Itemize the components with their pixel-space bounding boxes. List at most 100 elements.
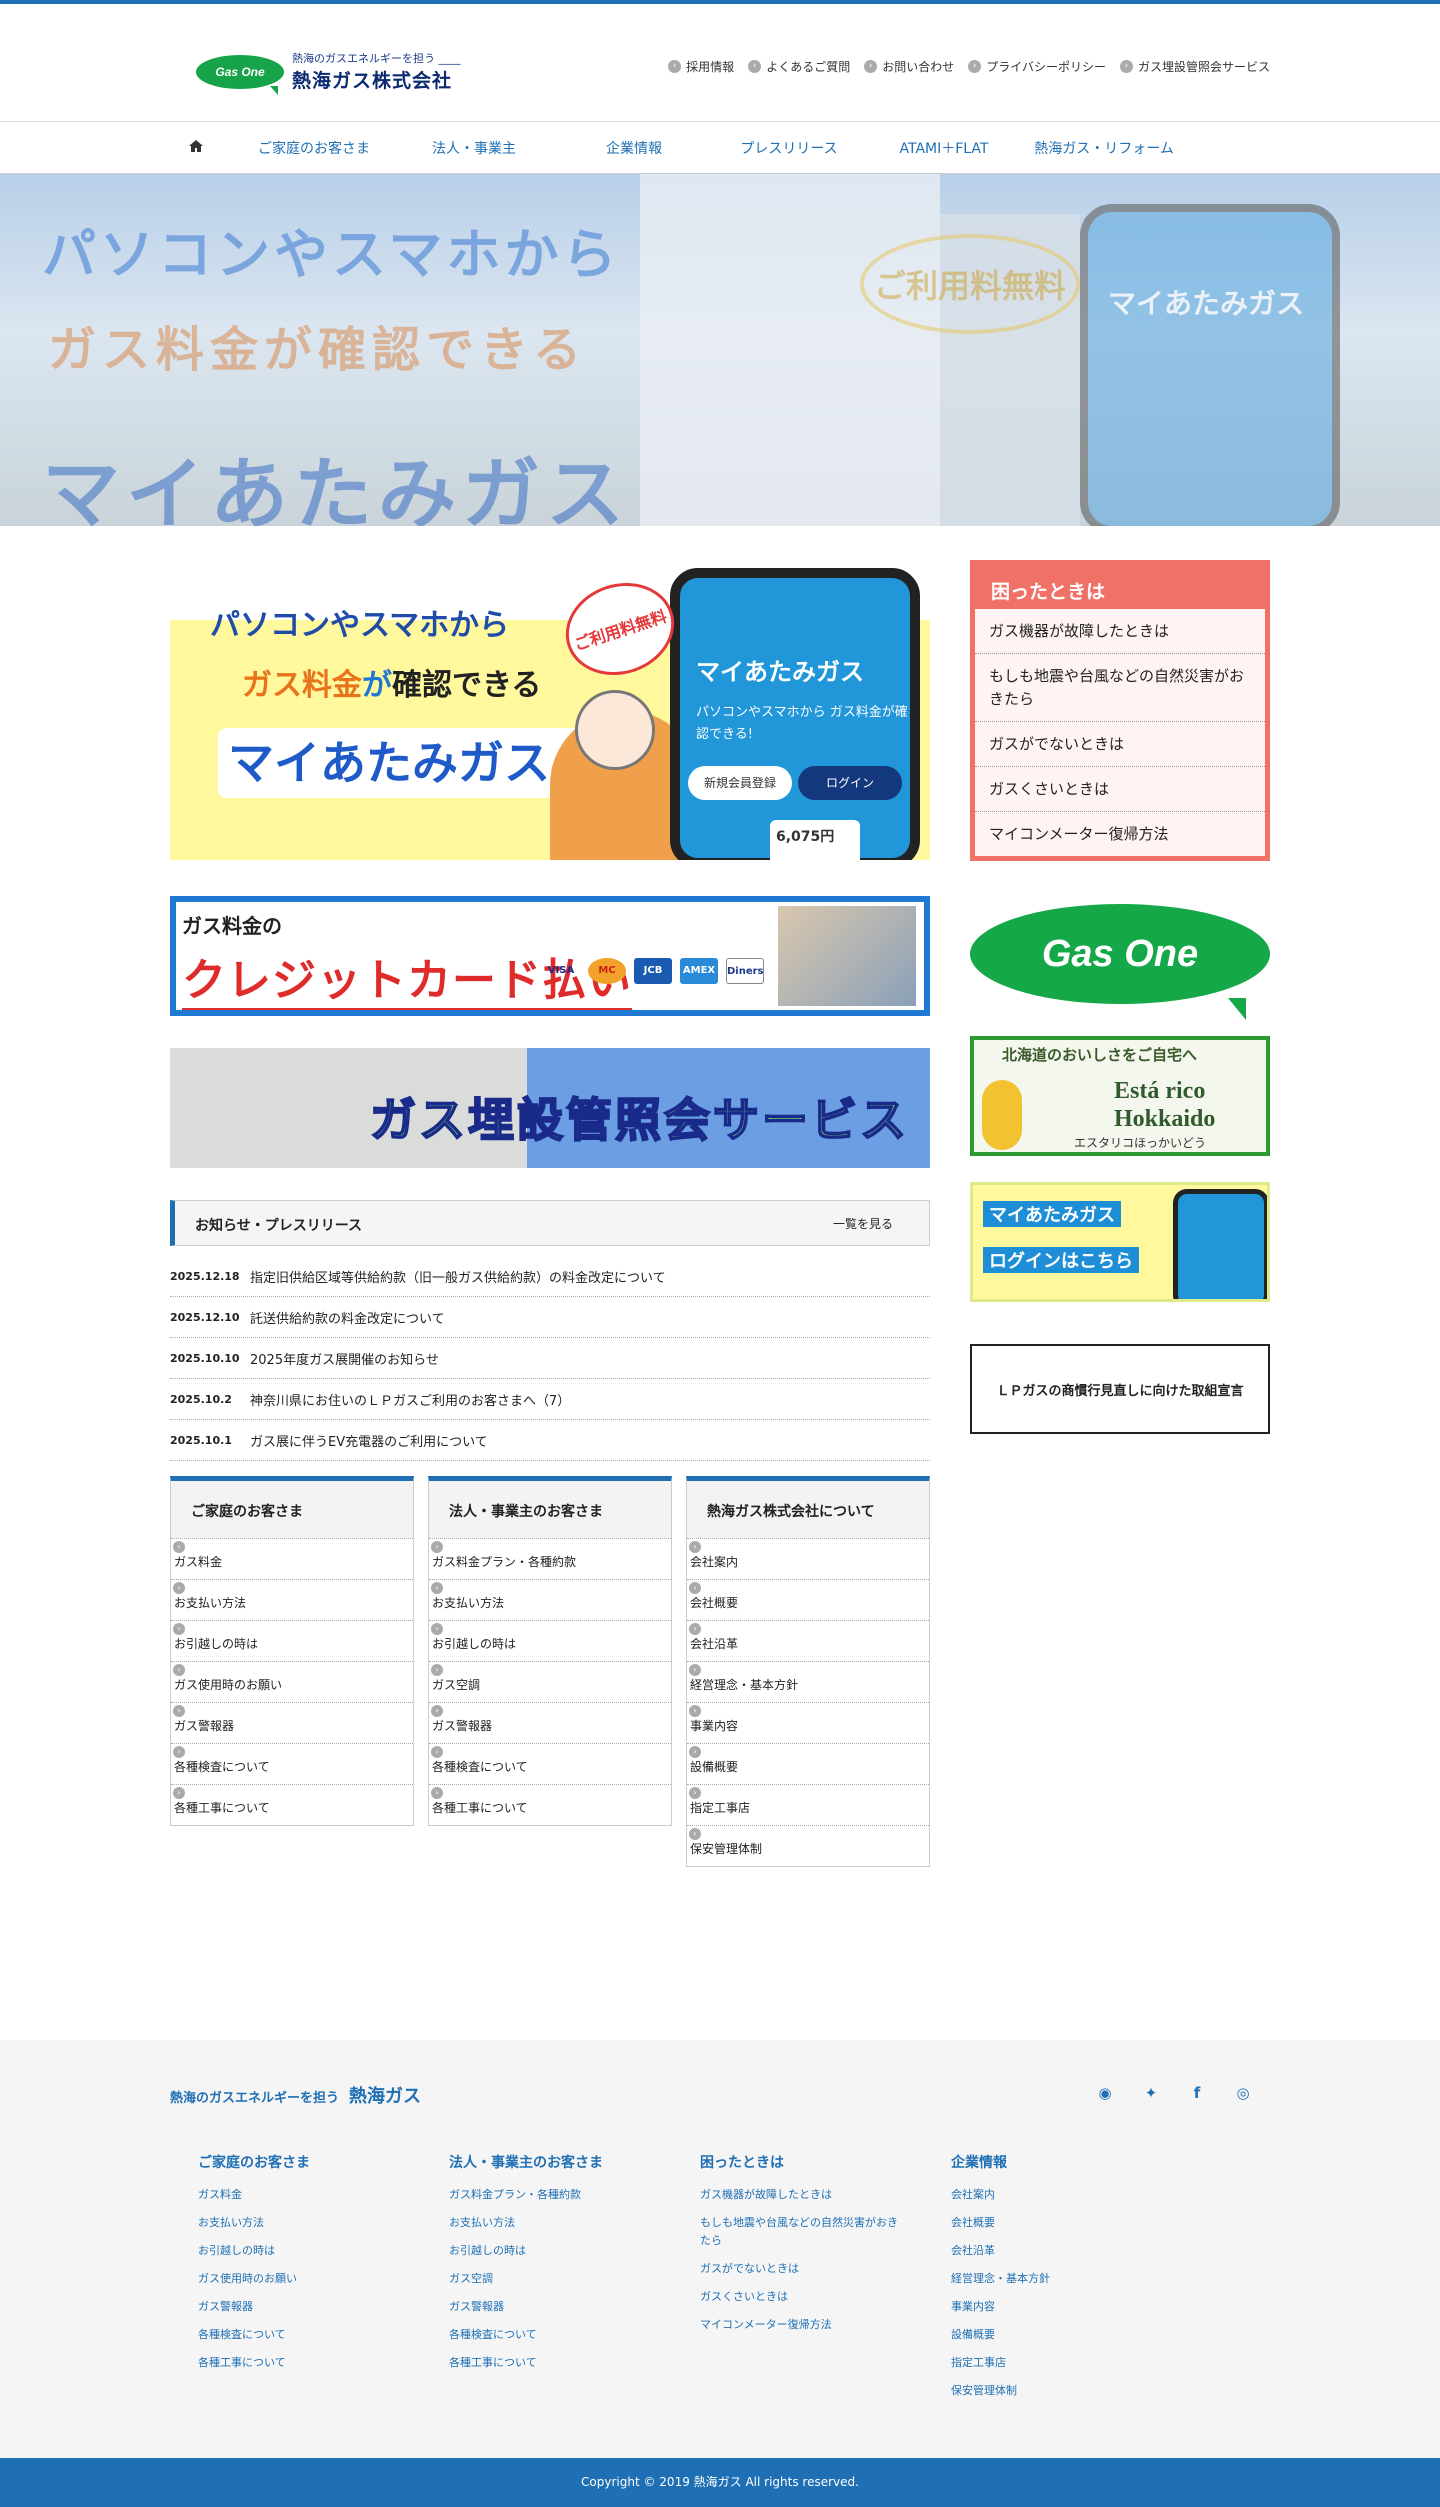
nav-household[interactable]: ご家庭のお客さま (239, 138, 389, 158)
diners-icon: Diners (726, 958, 764, 984)
util-link-pipe-service[interactable]: › ガス埋設管照会サービス (1119, 58, 1270, 75)
nav-home[interactable] (188, 138, 239, 158)
chevron-right-icon: › (1119, 60, 1133, 73)
news-item[interactable]: 2025.10.2 神奈川県にお住いのＬＰガスご利用のお客さまへ（7） (170, 1379, 930, 1420)
category-link[interactable]: › お引越しの時は (171, 1620, 413, 1661)
category-link[interactable]: › 各種工事について (171, 1784, 413, 1825)
nav-press[interactable]: プレスリリース (709, 138, 869, 158)
footer-link[interactable]: マイコンメーター復帰方法 (700, 2316, 900, 2334)
footer-link[interactable]: 各種工事について (449, 2354, 649, 2372)
footer-link[interactable]: お支払い方法 (449, 2214, 649, 2232)
pipe-service-banner[interactable]: ガス埋設管照会サービス (170, 1048, 930, 1168)
trouble-link[interactable]: もしも地震や台風などの自然災害がおきたら (975, 654, 1265, 722)
footer-link[interactable]: 会社概要 (951, 2214, 1151, 2232)
category-link[interactable]: › ガス警報器 (171, 1702, 413, 1743)
footer-link[interactable]: ガス使用時のお願い (198, 2270, 398, 2288)
util-link-recruit[interactable]: › 採用情報 (668, 58, 734, 75)
news-more-link[interactable]: 一覧を見る (833, 1215, 893, 1232)
footer-link[interactable]: 会社案内 (951, 2186, 1151, 2204)
trouble-link[interactable]: ガスがでないときは (975, 722, 1265, 767)
category-link[interactable]: › ガス料金プラン・各種約款 (429, 1538, 671, 1579)
util-link-privacy[interactable]: › プライバシーポリシー (968, 58, 1106, 75)
trouble-link[interactable]: ガスくさいときは (975, 767, 1265, 812)
util-link-faq[interactable]: › よくあるご質問 (748, 58, 850, 75)
category-link[interactable]: › 設備概要 (687, 1743, 929, 1784)
visa-icon: VISA (547, 965, 575, 976)
my-atami-gas-login-banner[interactable]: マイあたみガス ログインはこちら (970, 1182, 1270, 1302)
trouble-link[interactable]: ガス機器が故障したときは (975, 609, 1265, 654)
category-link[interactable]: › お支払い方法 (171, 1579, 413, 1620)
nav-business[interactable]: 法人・事業主 (389, 138, 559, 158)
credit-card-banner[interactable]: ガス料金の クレジットカード払い VISA MC JCB AMEX Diners (170, 896, 930, 1016)
footer-link[interactable]: 会社沿革 (951, 2242, 1151, 2260)
facebook-icon[interactable]: f (1188, 2084, 1206, 2102)
footer-link[interactable]: ガスくさいときは (700, 2288, 900, 2306)
hero-line2: ガス料金が確認できる (48, 322, 588, 378)
category-link[interactable]: › 各種工事について (429, 1784, 671, 1825)
category-link[interactable]: › 会社概要 (687, 1579, 929, 1620)
news-item[interactable]: 2025.12.10 託送供給約款の料金改定について (170, 1297, 930, 1338)
category-link[interactable]: › 保安管理体制 (687, 1825, 929, 1866)
category-link[interactable]: › 各種検査について (429, 1743, 671, 1784)
chevron-right-icon: › (431, 1787, 443, 1799)
footer-link[interactable]: 各種工事について (198, 2354, 398, 2372)
util-link-contact[interactable]: › お問い合わせ (864, 58, 954, 75)
news-item[interactable]: 2025.12.18 指定旧供給区域等供給約款（旧一般ガス供給約款）の料金改定につ… (170, 1256, 930, 1297)
category-link[interactable]: › 会社沿革 (687, 1620, 929, 1661)
footer-link[interactable]: 経営理念・基本方針 (951, 2270, 1151, 2288)
category-link[interactable]: › ガス警報器 (429, 1702, 671, 1743)
footer-link[interactable]: ガス料金プラン・各種約款 (449, 2186, 649, 2204)
footer-link[interactable]: ガス料金 (198, 2186, 398, 2204)
footer-link[interactable]: お支払い方法 (198, 2214, 398, 2232)
category-link[interactable]: › 各種検査について (171, 1743, 413, 1784)
footer-link[interactable]: 設備概要 (951, 2326, 1151, 2344)
nav-atami-flat[interactable]: ATAMI＋FLAT (869, 138, 1019, 158)
footer-link[interactable]: お引越しの時は (198, 2242, 398, 2260)
gasone-banner[interactable]: Gas One (970, 904, 1270, 1020)
chevron-right-icon: › (173, 1582, 185, 1594)
gasone-logo-icon: Gas One (970, 904, 1270, 1004)
chevron-right-icon: › (689, 1705, 701, 1717)
footer-link[interactable]: もしも地震や台風などの自然災害がおきたら (700, 2214, 900, 2250)
footer-link[interactable]: ガスがでないときは (700, 2260, 900, 2278)
footer-link[interactable]: ガス機器が故障したときは (700, 2186, 900, 2204)
category-link[interactable]: › お引越しの時は (429, 1620, 671, 1661)
footer-link[interactable]: ガス空調 (449, 2270, 649, 2288)
category-link[interactable]: › 経営理念・基本方針 (687, 1661, 929, 1702)
footer-link[interactable]: 各種検査について (449, 2326, 649, 2344)
footer-link[interactable]: 事業内容 (951, 2298, 1151, 2316)
rss-icon[interactable]: ◉ (1096, 2084, 1114, 2102)
site-logo[interactable]: Gas One 熱海のガスエネルギーを担う ____ 熱海ガス株式会社 (196, 50, 461, 95)
nav-company[interactable]: 企業情報 (559, 138, 709, 158)
phone-icon (1173, 1189, 1267, 1299)
lp-gas-declaration-link[interactable]: ＬＰガスの商慣行見直しに向けた取組宣言 (970, 1344, 1270, 1434)
nav-reform[interactable]: 熱海ガス・リフォーム (1019, 138, 1189, 158)
site-header: Gas One 熱海のガスエネルギーを担う ____ 熱海ガス株式会社 › 採用情… (0, 4, 1440, 122)
hero-banner[interactable]: パソコンやスマホから ガス料金が確認できる マイあたみガス ご利用料無料 マイあ… (0, 174, 1440, 526)
footer-link[interactable]: 指定工事店 (951, 2354, 1151, 2372)
footer-link[interactable]: ガス警報器 (198, 2298, 398, 2316)
category-link[interactable]: › ガス料金 (171, 1538, 413, 1579)
instagram-icon[interactable]: ◎ (1234, 2084, 1252, 2102)
footer-link[interactable]: 保安管理体制 (951, 2382, 1151, 2400)
trouble-link[interactable]: マイコンメーター復帰方法 (975, 812, 1265, 856)
news-item[interactable]: 2025.10.10 2025年度ガス展開催のお知らせ (170, 1338, 930, 1379)
site-footer: 熱海のガスエネルギーを担う 熱海ガス ◉ ✦ f ◎ ご家庭のお客さま ガス料金 … (0, 2040, 1440, 2458)
category-link[interactable]: › 事業内容 (687, 1702, 929, 1743)
chevron-right-icon: › (689, 1582, 701, 1594)
category-link[interactable]: › 指定工事店 (687, 1784, 929, 1825)
category-link[interactable]: › ガス空調 (429, 1661, 671, 1702)
chevron-right-icon: › (173, 1705, 185, 1717)
chevron-right-icon: › (173, 1664, 185, 1676)
footer-link[interactable]: お引越しの時は (449, 2242, 649, 2260)
category-link[interactable]: › ガス使用時のお願い (171, 1661, 413, 1702)
category-link[interactable]: › お支払い方法 (429, 1579, 671, 1620)
free-stamp: ご利用料無料 (553, 569, 687, 689)
esta-rico-hokkaido-banner[interactable]: 北海道のおいしさをご自宅へ Está rico Hokkaido エスタリコほっ… (970, 1036, 1270, 1156)
twitter-icon[interactable]: ✦ (1142, 2084, 1160, 2102)
footer-link[interactable]: ガス警報器 (449, 2298, 649, 2316)
category-link[interactable]: › 会社案内 (687, 1538, 929, 1579)
footer-link[interactable]: 各種検査について (198, 2326, 398, 2344)
news-item[interactable]: 2025.10.1 ガス展に伴うEV充電器のご利用について (170, 1420, 930, 1461)
my-atami-gas-banner[interactable]: パソコンやスマホから ガス料金が確認できる マイあたみガス マイあたみガス パソ… (170, 560, 930, 860)
